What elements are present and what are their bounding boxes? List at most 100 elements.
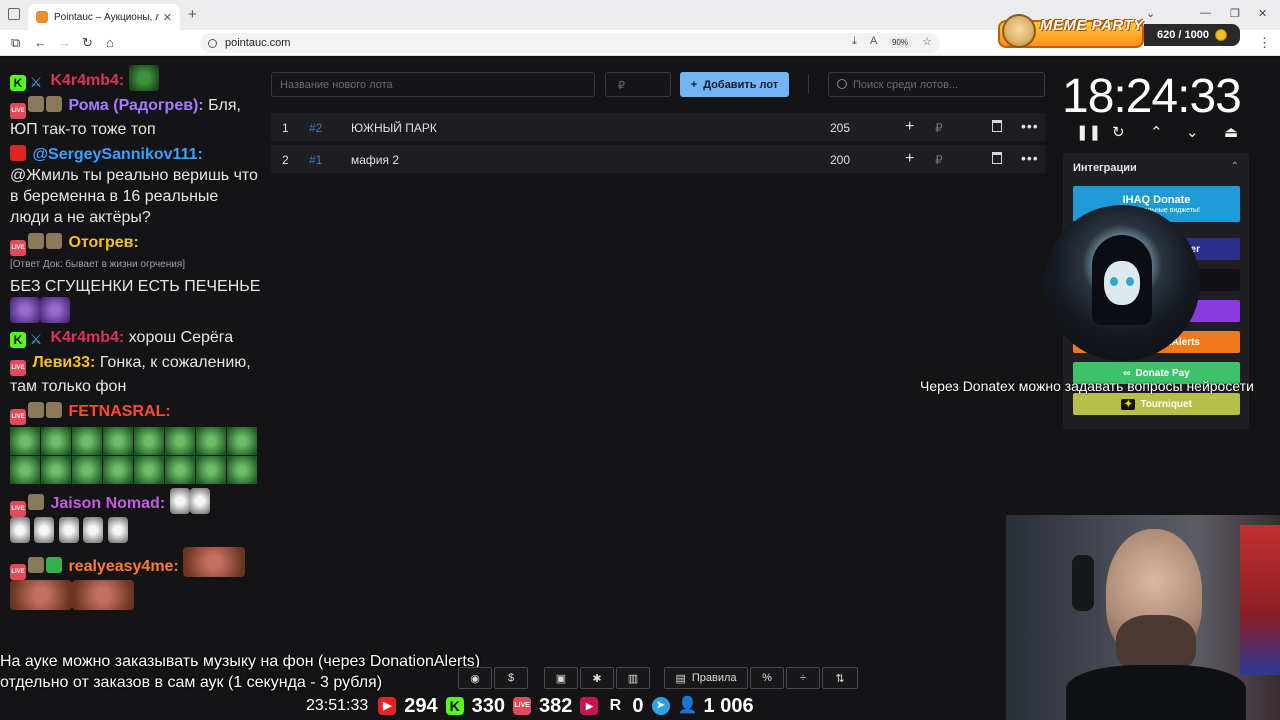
purple-emote-icon — [10, 297, 40, 323]
add-lot-button[interactable]: + Добавить лот — [680, 72, 789, 97]
vk-live-viewers: 382 — [539, 694, 573, 717]
url-text: pointauc.com — [225, 37, 291, 49]
reset-icon[interactable]: ↻ — [1112, 123, 1125, 141]
avatar-badge-icon — [46, 402, 62, 418]
dollar-icon: $ — [507, 672, 515, 684]
url-field[interactable]: pointauc.com ⤓ A 90% ☆ — [200, 33, 940, 53]
ihaq-donate-label: IHAQ Donate — [1122, 194, 1191, 206]
lot-search-input[interactable]: Поиск среди лотов... — [828, 72, 1045, 97]
bug-report-button[interactable]: ✱ — [580, 667, 614, 689]
github-button[interactable]: ◉ — [458, 667, 492, 689]
chat-text: БЕЗ СГУЩЕНКИ ЕСТЬ ПЕЧЕНЬЕ — [10, 278, 261, 295]
new-lot-input[interactable]: Название нового лота — [271, 72, 595, 97]
more-options-icon[interactable]: ••• — [1021, 150, 1039, 166]
translate-icon[interactable]: A — [870, 35, 877, 47]
plus-icon: + — [690, 78, 698, 91]
extensions-icon[interactable]: ⧉ — [11, 35, 20, 51]
increase-time-icon[interactable]: ⌃ — [1150, 123, 1163, 141]
live-badge-icon: LIVE — [10, 360, 26, 376]
chat-message: K ⚔ K4r4mb4: хорош Серёга — [10, 327, 262, 348]
browser-tab[interactable]: Pointauc – Аукционы, лотереи ✕ — [28, 4, 180, 30]
chat-message: LIVE FETNASRAL: — [10, 401, 262, 484]
chat-nick: Леви33: — [32, 354, 96, 371]
green-emote-icon — [196, 456, 226, 484]
green-emote-icon — [227, 427, 257, 455]
live-badge-icon: LIVE — [10, 409, 26, 425]
avatar-badge-icon — [46, 96, 62, 112]
chat-message: @SergeySannikov111: @Жмиль ты реально ве… — [10, 144, 262, 228]
ghost-emote-icon — [107, 517, 128, 543]
add-amount-icon[interactable]: + — [905, 118, 914, 136]
more-options-icon[interactable]: ••• — [1021, 118, 1039, 134]
avatar-eye — [1126, 277, 1134, 286]
search-placeholder: Поиск среди лотов... — [853, 79, 959, 91]
sidebar-toggle-icon[interactable] — [8, 8, 20, 20]
lot-name[interactable]: ЮЖНЫЙ ПАРК — [351, 121, 437, 135]
clear-lots-button[interactable]: ▥ — [616, 667, 650, 689]
bookmark-star-icon[interactable]: ☆ — [922, 35, 932, 48]
user-icon: 👤 — [677, 697, 698, 714]
green-emote-icon — [103, 427, 133, 455]
chat-message: LIVE Рома (Радогрев): Бля, ЮП так-то тож… — [10, 95, 262, 140]
ghost-emote-icon — [34, 517, 55, 543]
meme-counter-value: 620 / 1000 — [1157, 29, 1209, 41]
chevron-up-icon[interactable]: ⌃ — [1231, 161, 1239, 172]
percent-button[interactable]: % — [750, 667, 784, 689]
chat-reply-quote: [Ответ Док: бывает в жизни огрчения] — [10, 259, 186, 270]
avatar-badge-icon — [46, 233, 62, 249]
tourniquet-button[interactable]: ✦ Tourniquet — [1073, 393, 1240, 415]
frog-badge-icon — [28, 494, 44, 510]
browser-menu-icon[interactable]: ⋮ — [1258, 35, 1271, 51]
collapse-icon[interactable]: ⏏ — [1224, 123, 1238, 141]
emote-grid — [10, 427, 262, 484]
youtube-icon: ▶ — [378, 697, 397, 715]
lot-row: 2 #1 мафия 2 200 + ₽ ••• — [271, 145, 1045, 173]
delete-lot-icon[interactable] — [992, 120, 1002, 132]
save-button[interactable]: ▣ — [544, 667, 578, 689]
site-info-icon[interactable] — [208, 38, 217, 48]
green-emote-icon — [134, 456, 164, 484]
lot-currency[interactable]: ₽ — [935, 121, 943, 135]
home-icon[interactable]: ⌂ — [106, 35, 114, 50]
site-favicon-icon — [36, 11, 48, 23]
rules-button[interactable]: ▤ Правила — [664, 667, 748, 689]
decrease-time-icon[interactable]: ⌄ — [1186, 123, 1199, 141]
tourniquet-icon: ✦ — [1121, 398, 1136, 410]
search-icon — [837, 79, 847, 89]
sort-button[interactable]: ⇅ — [822, 667, 858, 689]
new-tab-icon[interactable]: + — [188, 6, 197, 23]
live-badge-icon: LIVE — [10, 240, 26, 256]
close-tab-icon[interactable]: ✕ — [163, 11, 172, 24]
green-emote-icon — [10, 456, 40, 484]
download-icon[interactable]: ⤓ — [852, 35, 857, 48]
add-amount-icon[interactable]: + — [905, 150, 914, 168]
donate-button[interactable]: $ — [494, 667, 528, 689]
zoom-level[interactable]: 90% — [888, 37, 913, 48]
timer-controls: ❚❚ ↻ ⌃ ⌄ ⏏ — [1064, 123, 1248, 143]
back-icon[interactable]: ← — [34, 35, 47, 50]
green-emote-icon — [196, 427, 226, 455]
book-badge-icon — [28, 96, 44, 112]
forward-icon[interactable]: → — [58, 35, 71, 50]
ghost-emote-icon — [10, 517, 30, 543]
green-emote-icon — [72, 427, 102, 455]
save-icon: ▣ — [555, 672, 567, 685]
lot-amount: 200 — [830, 153, 851, 167]
delete-lot-icon[interactable] — [992, 152, 1002, 164]
split-button[interactable]: ÷ — [786, 667, 820, 689]
divider — [808, 74, 809, 94]
close-window-icon[interactable]: ✕ — [1258, 7, 1267, 20]
green-emote-icon — [41, 427, 71, 455]
lot-id: #2 — [309, 121, 323, 135]
lot-currency[interactable]: ₽ — [935, 153, 943, 167]
lot-price-input[interactable]: ₽ — [605, 72, 671, 97]
pause-icon[interactable]: ❚❚ — [1076, 123, 1101, 141]
rules-label: Правила — [691, 672, 737, 684]
green-emote-icon — [41, 456, 71, 484]
reload-icon[interactable]: ↻ — [82, 35, 93, 51]
chat-message: LIVE realyeasy4me: — [10, 547, 262, 610]
webcam-feed — [1006, 515, 1280, 720]
lot-name[interactable]: мафия 2 — [351, 153, 399, 167]
chat-nick: K4r4mb4: — [50, 72, 125, 89]
stream-stats-bar: 23:51:33 ▶ 294 K 330 LIVE 382 ▶ R 0 ➤ 👤 … — [306, 693, 866, 719]
